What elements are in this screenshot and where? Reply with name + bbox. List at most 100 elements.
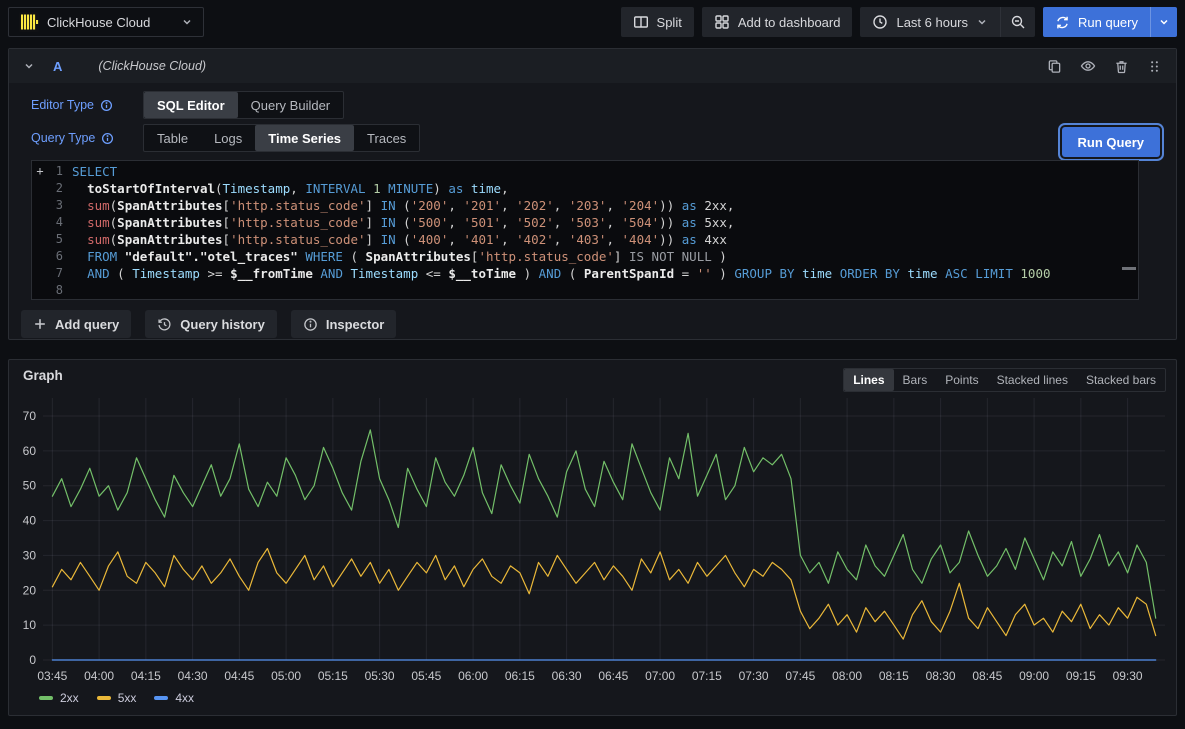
legend-item-4xx[interactable]: 4xx bbox=[154, 691, 194, 705]
remove-query-trash-icon[interactable] bbox=[1114, 59, 1129, 74]
add-line-plus-icon[interactable]: + bbox=[32, 163, 48, 180]
x-tick-label: 08:30 bbox=[926, 669, 956, 683]
query-type-option-time-series[interactable]: Time Series bbox=[255, 125, 354, 151]
query-editor-panel: A (ClickHouse Cloud) Editor Type SQL Edi… bbox=[8, 48, 1177, 340]
line-number: 5 bbox=[32, 231, 72, 248]
chevron-down-icon bbox=[181, 16, 193, 28]
x-tick-label: 04:30 bbox=[178, 669, 208, 683]
inspector-label: Inspector bbox=[326, 317, 385, 332]
add-to-dashboard-button[interactable]: Add to dashboard bbox=[702, 7, 853, 37]
x-tick-label: 05:00 bbox=[271, 669, 301, 683]
sql-code-text: sum(SpanAttributes['http.status_code'] I… bbox=[72, 231, 727, 248]
query-history-button[interactable]: Query history bbox=[145, 310, 277, 338]
editor-type-row: Editor Type SQL EditorQuery Builder bbox=[31, 91, 1139, 119]
zoom-out-time-button[interactable] bbox=[1001, 7, 1035, 37]
line-number: +1 bbox=[32, 163, 72, 180]
sql-code-text: sum(SpanAttributes['http.status_code'] I… bbox=[72, 197, 734, 214]
legend-label: 2xx bbox=[60, 691, 79, 705]
graph-style-option-points[interactable]: Points bbox=[936, 369, 987, 391]
clickhouse-logo-icon bbox=[19, 12, 39, 32]
sql-line: 6 FROM "default"."otel_traces" WHERE ( S… bbox=[32, 248, 1138, 265]
explore-toolbar: ClickHouse Cloud Split Add to dashboard … bbox=[0, 0, 1185, 44]
sql-code-text: SELECT bbox=[72, 163, 117, 180]
run-query-button[interactable]: Run query bbox=[1043, 7, 1150, 37]
sql-code-editor[interactable]: +1SELECT2 toStartOfInterval(Timestamp, I… bbox=[31, 160, 1139, 300]
graph-style-option-stacked-lines[interactable]: Stacked lines bbox=[988, 369, 1077, 391]
inspector-button[interactable]: Inspector bbox=[291, 310, 397, 338]
time-series-chart[interactable]: 01020304050607003:4504:0004:1504:3004:45… bbox=[13, 390, 1173, 688]
line-number: 7 bbox=[32, 265, 72, 282]
x-tick-label: 07:00 bbox=[645, 669, 675, 683]
x-tick-label: 06:00 bbox=[458, 669, 488, 683]
time-range-button[interactable]: Last 6 hours bbox=[860, 7, 1000, 37]
run-query-inline-button[interactable]: Run Query bbox=[1062, 127, 1160, 157]
x-tick-label: 06:15 bbox=[505, 669, 535, 683]
x-tick-label: 04:15 bbox=[131, 669, 161, 683]
query-type-option-logs[interactable]: Logs bbox=[201, 125, 255, 151]
graph-style-option-bars[interactable]: Bars bbox=[894, 369, 937, 391]
graph-style-option-stacked-bars[interactable]: Stacked bars bbox=[1077, 369, 1165, 391]
duplicate-query-icon[interactable] bbox=[1047, 59, 1062, 74]
run-query-label: Run query bbox=[1078, 15, 1138, 30]
graph-style-toggle: LinesBarsPointsStacked linesStacked bars bbox=[843, 368, 1166, 392]
sql-code-text: sum(SpanAttributes['http.status_code'] I… bbox=[72, 214, 734, 231]
plus-icon bbox=[33, 317, 47, 331]
sql-line: +1SELECT bbox=[32, 163, 1138, 180]
add-query-label: Add query bbox=[55, 317, 119, 332]
x-tick-label: 08:15 bbox=[879, 669, 909, 683]
drag-handle-icon[interactable] bbox=[1147, 59, 1162, 74]
query-ref-id: A bbox=[53, 59, 62, 74]
y-tick-label: 70 bbox=[23, 409, 37, 423]
legend-label: 5xx bbox=[118, 691, 137, 705]
legend-item-2xx[interactable]: 2xx bbox=[39, 691, 79, 705]
run-query-dropdown[interactable] bbox=[1151, 7, 1177, 37]
x-tick-label: 04:00 bbox=[84, 669, 114, 683]
legend-swatch bbox=[97, 696, 111, 700]
chevron-down-icon bbox=[976, 16, 988, 28]
editor-type-option-query-builder[interactable]: Query Builder bbox=[238, 92, 343, 118]
line-number: 2 bbox=[32, 180, 72, 197]
query-type-option-table[interactable]: Table bbox=[144, 125, 201, 151]
x-tick-label: 08:45 bbox=[972, 669, 1002, 683]
collapse-chevron-icon[interactable] bbox=[23, 60, 35, 72]
time-picker-group: Last 6 hours bbox=[860, 7, 1035, 37]
y-tick-label: 40 bbox=[23, 514, 37, 528]
info-circle-icon bbox=[101, 132, 114, 145]
query-datasource-name: (ClickHouse Cloud) bbox=[98, 59, 206, 73]
editor-type-option-sql-editor[interactable]: SQL Editor bbox=[144, 92, 238, 118]
legend-item-5xx[interactable]: 5xx bbox=[97, 691, 137, 705]
apps-icon bbox=[714, 14, 730, 30]
split-label: Split bbox=[657, 15, 682, 30]
x-tick-label: 05:45 bbox=[411, 669, 441, 683]
x-tick-label: 09:30 bbox=[1113, 669, 1143, 683]
query-type-option-traces[interactable]: Traces bbox=[354, 125, 419, 151]
datasource-picker[interactable]: ClickHouse Cloud bbox=[8, 7, 204, 37]
chevron-down-icon bbox=[1158, 16, 1170, 28]
info-circle-icon bbox=[303, 317, 318, 332]
x-tick-label: 05:15 bbox=[318, 669, 348, 683]
sql-line: 8 bbox=[32, 282, 1138, 299]
editor-type-toggle: SQL EditorQuery Builder bbox=[143, 91, 344, 119]
split-icon bbox=[633, 14, 649, 30]
add-to-dashboard-label: Add to dashboard bbox=[738, 15, 841, 30]
query-type-row: Query Type TableLogsTime SeriesTraces bbox=[31, 124, 1139, 152]
info-circle-icon bbox=[100, 99, 113, 112]
hide-response-eye-icon[interactable] bbox=[1080, 58, 1096, 74]
split-button[interactable]: Split bbox=[621, 7, 694, 37]
editor-scrollbar-thumb[interactable] bbox=[1122, 267, 1136, 270]
sql-code-text: FROM "default"."otel_traces" WHERE ( Spa… bbox=[72, 248, 727, 265]
graph-style-option-lines[interactable]: Lines bbox=[844, 369, 893, 391]
x-tick-label: 06:30 bbox=[552, 669, 582, 683]
query-type-label-text: Query Type bbox=[31, 131, 95, 145]
sql-line: 2 toStartOfInterval(Timestamp, INTERVAL … bbox=[32, 180, 1138, 197]
add-query-button[interactable]: Add query bbox=[21, 310, 131, 338]
graph-panel: Graph LinesBarsPointsStacked linesStacke… bbox=[8, 359, 1177, 716]
datasource-label: ClickHouse Cloud bbox=[47, 15, 173, 30]
query-row-header[interactable]: A (ClickHouse Cloud) bbox=[9, 49, 1176, 83]
history-icon bbox=[157, 317, 172, 332]
x-tick-label: 07:45 bbox=[785, 669, 815, 683]
clock-icon bbox=[872, 14, 888, 30]
x-tick-label: 05:30 bbox=[365, 669, 395, 683]
sql-line: 5 sum(SpanAttributes['http.status_code']… bbox=[32, 231, 1138, 248]
legend-swatch bbox=[154, 696, 168, 700]
